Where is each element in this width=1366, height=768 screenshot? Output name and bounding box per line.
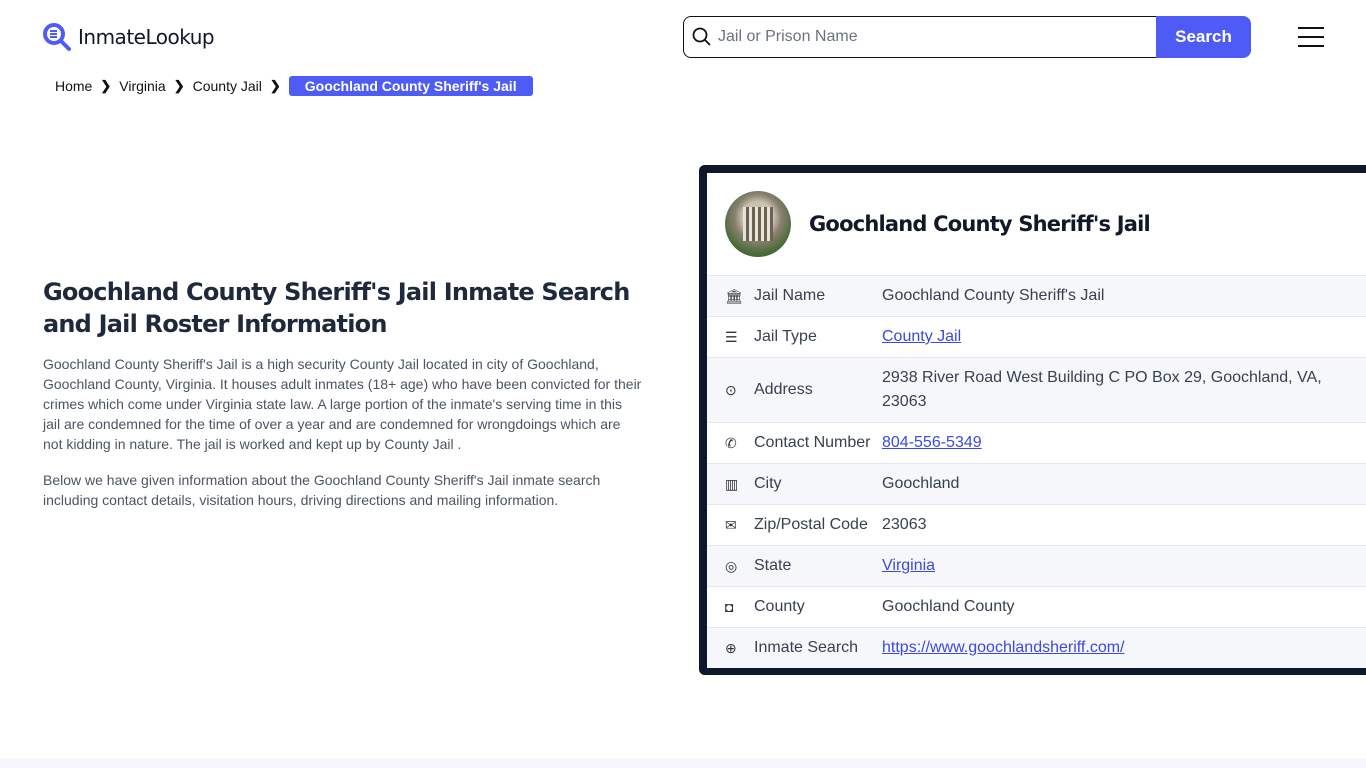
info-label: Address bbox=[754, 381, 813, 398]
map-pin-icon: ⊙ bbox=[725, 381, 737, 398]
info-row-jail-type: ☰ Jail Type County Jail bbox=[707, 316, 1366, 357]
map-icon: ▥ bbox=[725, 475, 739, 492]
info-row-jail-name: 🏛 Jail Name Goochland County Sheriff's Jai… bbox=[707, 275, 1366, 316]
info-label: Jail Name bbox=[754, 287, 826, 304]
footer bbox=[0, 758, 1366, 768]
search-input[interactable] bbox=[718, 28, 1156, 46]
info-value: 23063 bbox=[882, 516, 927, 533]
jail-info-card: Goochland County Sheriff's Jail 🏛 Jail Na… bbox=[699, 165, 1366, 675]
page-title: Goochland County Sheriff's Jail Inmate S… bbox=[43, 278, 630, 338]
info-label: County bbox=[754, 598, 805, 615]
info-label: Contact Number bbox=[754, 434, 871, 451]
info-label: State bbox=[754, 557, 792, 574]
info-value-link[interactable]: 804-556-5349 bbox=[882, 434, 982, 451]
description: Goochland County Sheriff's Jail is a hig… bbox=[43, 354, 643, 526]
search-icon bbox=[692, 27, 711, 46]
hamburger-menu-icon[interactable] bbox=[1298, 27, 1324, 47]
info-row-zip-postal-code: ✉ Zip/Postal Code 23063 bbox=[707, 504, 1366, 545]
info-label: Zip/Postal Code bbox=[754, 516, 868, 533]
badge-icon: ◘ bbox=[725, 599, 734, 615]
info-label: Jail Type bbox=[754, 328, 817, 345]
chevron-right-icon: ❯ bbox=[173, 78, 185, 93]
info-value: Goochland bbox=[882, 475, 960, 492]
globe-icon: ◎ bbox=[725, 557, 738, 574]
mail-icon: ✉ bbox=[725, 516, 737, 533]
breadcrumb-state[interactable]: Virginia bbox=[119, 78, 165, 94]
jail-photo bbox=[725, 191, 791, 257]
info-row-address: ⊙ Address 2938 River Road West Building C … bbox=[707, 357, 1366, 422]
info-value-link[interactable]: https://www.goochlandsheriff.com/ bbox=[882, 639, 1125, 656]
description-paragraph: Goochland County Sheriff's Jail is a hig… bbox=[43, 356, 642, 452]
bank-icon: 🏛 bbox=[725, 287, 743, 304]
info-row-county: ◘ County Goochland County bbox=[707, 586, 1366, 627]
info-row-state: ◎ State Virginia bbox=[707, 545, 1366, 586]
info-row-contact-number: ✆ Contact Number 804-556-5349 bbox=[707, 422, 1366, 463]
chevron-right-icon: ❯ bbox=[269, 78, 281, 93]
info-label: Inmate Search bbox=[754, 639, 859, 656]
description-paragraph: Below we have given information about th… bbox=[43, 472, 601, 508]
logo-magnifier-icon bbox=[43, 23, 71, 51]
info-label: City bbox=[754, 475, 782, 492]
search-form: Search bbox=[683, 16, 1251, 58]
breadcrumb-type[interactable]: County Jail bbox=[193, 78, 262, 94]
info-value-link[interactable]: County Jail bbox=[882, 328, 961, 345]
breadcrumb-current: Goochland County Sheriff's Jail bbox=[288, 76, 533, 96]
logo-text: InmateLookup bbox=[78, 25, 215, 49]
info-value: Goochland County bbox=[882, 598, 1015, 615]
info-row-city: ▥ City Goochland bbox=[707, 463, 1366, 504]
search-button[interactable]: Search bbox=[1156, 16, 1251, 58]
info-value-link[interactable]: Virginia bbox=[882, 557, 935, 574]
logo[interactable]: InmateLookup bbox=[42, 22, 215, 52]
breadcrumb-home[interactable]: Home bbox=[55, 78, 92, 94]
web-icon: ⊕ bbox=[725, 639, 737, 656]
phone-icon: ✆ bbox=[725, 434, 737, 451]
info-value: 2938 River Road West Building C PO Box 2… bbox=[882, 369, 1322, 410]
info-value: Goochland County Sheriff's Jail bbox=[882, 287, 1105, 304]
list-icon: ☰ bbox=[725, 328, 738, 345]
breadcrumb: Home ❯ Virginia ❯ County Jail ❯ Goochland C… bbox=[55, 76, 533, 96]
chevron-right-icon: ❯ bbox=[100, 78, 112, 93]
card-title: Goochland County Sheriff's Jail bbox=[809, 212, 1151, 236]
info-row-inmate-search: ⊕ Inmate Search https://www.goochlandsheri… bbox=[707, 627, 1366, 668]
